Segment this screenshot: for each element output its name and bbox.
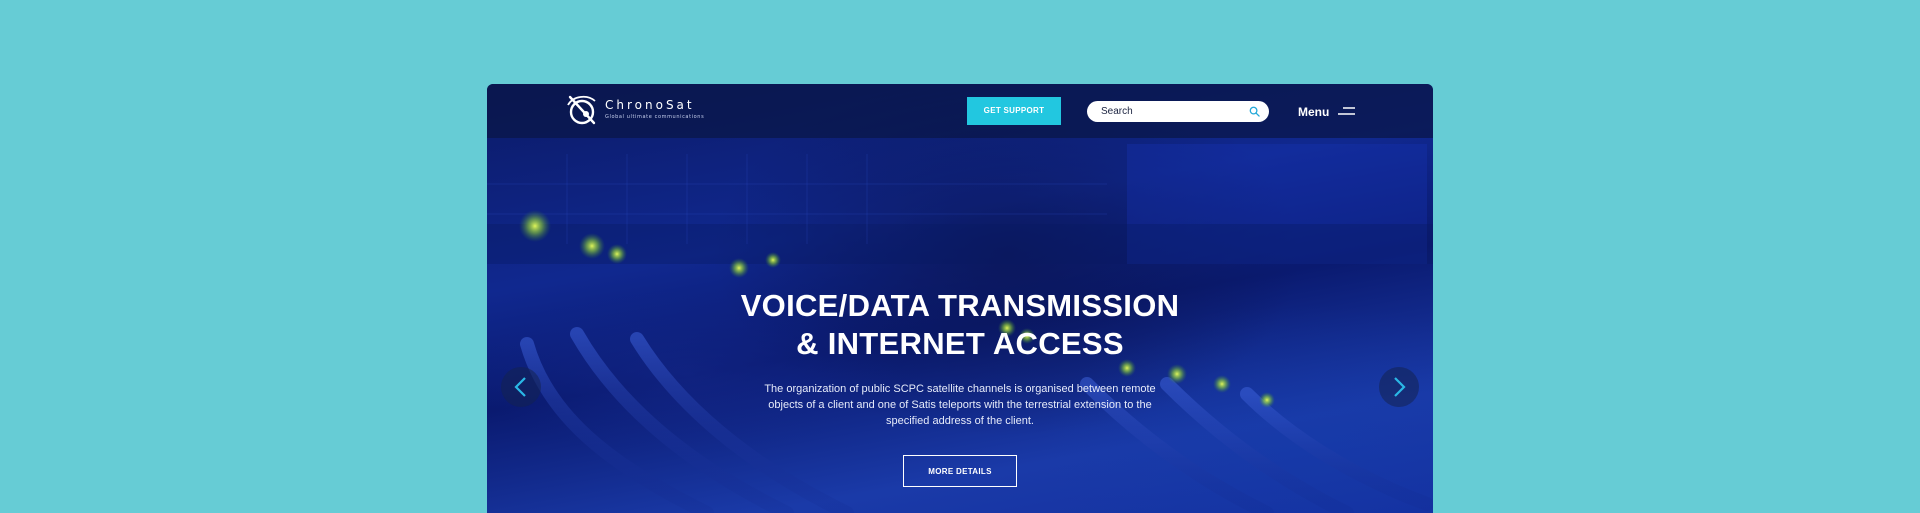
chevron-left-icon: [514, 377, 526, 397]
hero-title: VOICE/DATA TRANSMISSION & INTERNET ACCES…: [660, 287, 1260, 363]
hero-title-line-1: VOICE/DATA TRANSMISSION: [740, 288, 1180, 323]
slider-next-button[interactable]: [1379, 367, 1419, 407]
chevron-right-icon: [1394, 377, 1406, 397]
site-frame: ChronoSat Global ultimate communications…: [487, 84, 1433, 513]
more-details-button[interactable]: MORE DETAILS: [903, 455, 1017, 487]
hero-title-line-2: & INTERNET ACCESS: [796, 326, 1124, 361]
slider-prev-button[interactable]: [501, 367, 541, 407]
hero-slider: VOICE/DATA TRANSMISSION & INTERNET ACCES…: [487, 84, 1433, 513]
hero-description: The organization of public SCPC satellit…: [764, 383, 1156, 427]
